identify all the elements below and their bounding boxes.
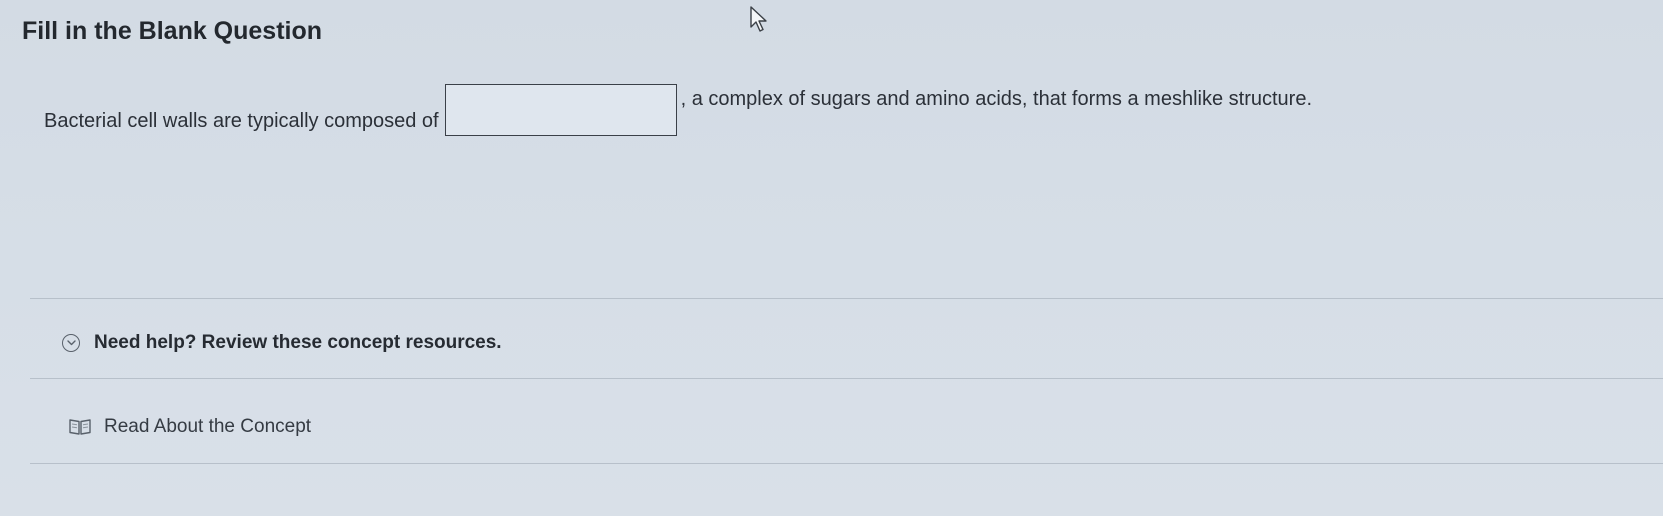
book-icon xyxy=(69,419,91,435)
chevron-down-icon xyxy=(62,334,80,352)
question-text-before: Bacterial cell walls are typically compo… xyxy=(44,110,439,132)
mouse-pointer-icon xyxy=(750,6,767,32)
question-text-after: , a complex of sugars and amino acids, t… xyxy=(680,88,1312,110)
section-divider xyxy=(30,378,1663,379)
section-divider xyxy=(30,298,1663,299)
need-help-label: Need help? Review these concept resource… xyxy=(94,332,502,353)
section-divider xyxy=(30,463,1663,464)
question-sentence: Bacterial cell walls are typically compo… xyxy=(44,84,1312,136)
resource-link-label: Read About the Concept xyxy=(104,416,312,437)
need-help-toggle[interactable]: Need help? Review these concept resource… xyxy=(62,332,502,354)
blank-answer-input[interactable] xyxy=(444,84,677,136)
question-title: Fill in the Blank Question xyxy=(22,17,323,45)
question-panel: Fill in the Blank Question Bacterial cel… xyxy=(0,0,1663,516)
resource-link-read-about-concept[interactable]: Read About the Concept xyxy=(68,416,311,438)
